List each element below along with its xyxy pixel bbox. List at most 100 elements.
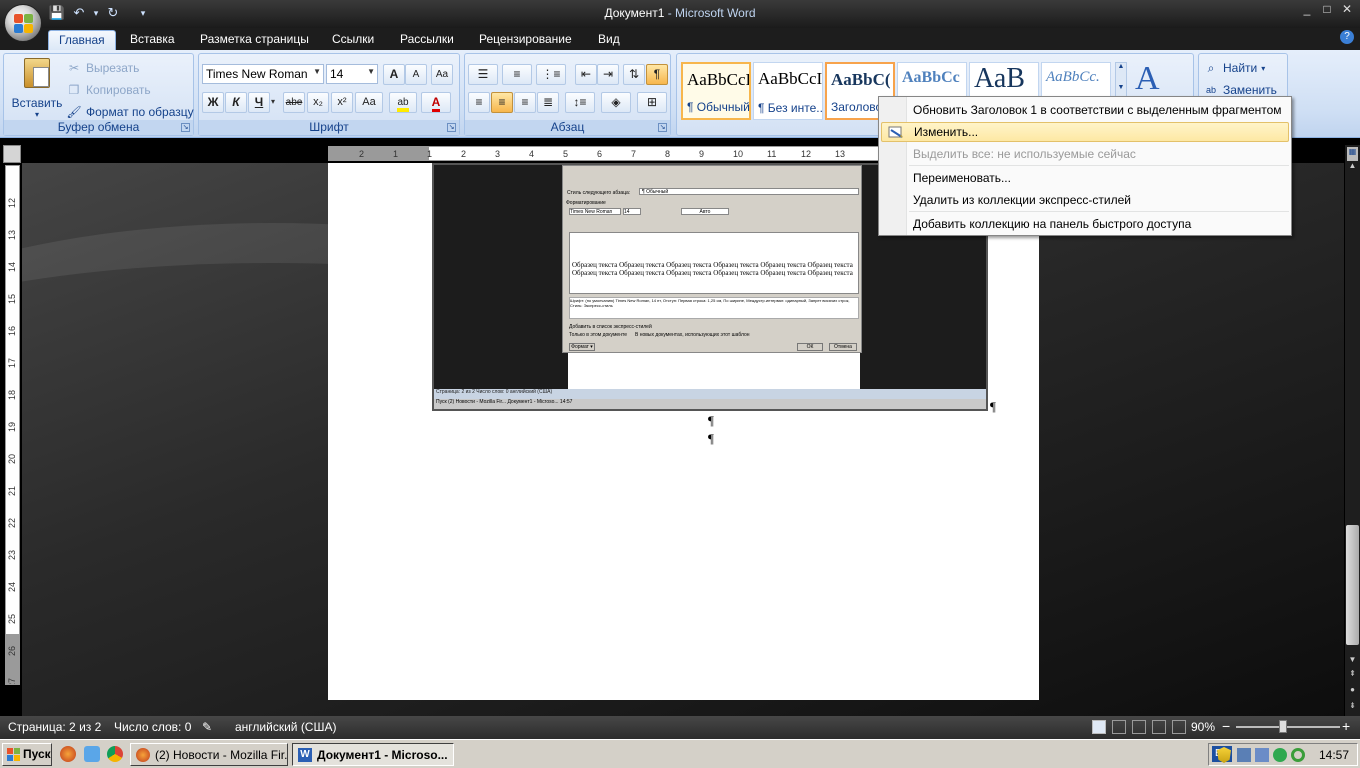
copy-button[interactable]: ❐ Копировать bbox=[66, 80, 151, 100]
ruler-toggle-icon[interactable]: ▦ bbox=[1347, 147, 1358, 161]
shrink-font-button[interactable]: A bbox=[405, 64, 427, 85]
antivirus-icon[interactable] bbox=[1273, 748, 1287, 762]
firefox-quicklaunch-icon[interactable] bbox=[60, 746, 76, 762]
tab-selector[interactable] bbox=[3, 145, 21, 163]
scroll-up-icon[interactable]: ▲ bbox=[1347, 161, 1358, 171]
highlight-button[interactable]: ab bbox=[389, 92, 417, 113]
font-color-button[interactable]: A bbox=[421, 92, 451, 113]
menu-item-rename[interactable]: Переименовать... bbox=[881, 168, 1289, 188]
scroll-down-icon[interactable]: ▼ bbox=[1347, 655, 1358, 665]
clear-formatting-button[interactable]: Aa bbox=[431, 64, 453, 85]
document-page[interactable]: Стиль следующего абзаца: ¶ Обычный Форма… bbox=[328, 163, 1039, 700]
font-name-combo[interactable]: Times New Roman ▼ bbox=[202, 64, 324, 84]
bold-button[interactable]: Ж bbox=[202, 92, 224, 113]
word-count[interactable]: Число слов: 0 bbox=[114, 720, 191, 734]
previous-page-icon[interactable]: ⇞ bbox=[1347, 669, 1358, 679]
change-case-button[interactable]: Aa bbox=[355, 92, 383, 113]
tab-view[interactable]: Вид bbox=[588, 30, 630, 50]
find-label: Найти bbox=[1223, 61, 1258, 75]
style-normal[interactable]: AaBbCcI ¶ Обычный bbox=[681, 62, 751, 120]
subscript-button[interactable]: x₂ bbox=[307, 92, 329, 113]
print-layout-icon[interactable] bbox=[1092, 720, 1106, 734]
font-size-combo[interactable]: 14 ▼ bbox=[326, 64, 378, 84]
paste-dropdown-icon[interactable]: ▾ bbox=[10, 110, 64, 119]
bullets-button[interactable]: ☰ bbox=[468, 64, 498, 85]
zoom-slider[interactable] bbox=[1236, 726, 1340, 728]
language-indicator[interactable]: английский (США) bbox=[235, 720, 336, 734]
network-icon-2[interactable] bbox=[1255, 748, 1269, 762]
tab-review[interactable]: Рецензирование bbox=[469, 30, 582, 50]
taskbar-word[interactable]: W Документ1 - Microso... bbox=[292, 743, 454, 766]
menu-item-modify[interactable]: Изменить... bbox=[881, 122, 1289, 142]
minimize-icon[interactable]: _ bbox=[1300, 2, 1314, 16]
vertical-ruler[interactable]: 12 13 14 15 16 17 18 19 20 21 22 23 24 25 26 27 bbox=[5, 165, 20, 685]
menu-item-update-style[interactable]: Обновить Заголовок 1 в соответствии с вы… bbox=[881, 100, 1289, 120]
menu-item-add-to-qat[interactable]: Добавить коллекцию на панель быстрого до… bbox=[881, 214, 1289, 234]
security-shield-icon[interactable] bbox=[1217, 747, 1231, 763]
tab-references[interactable]: Ссылки bbox=[322, 30, 384, 50]
cut-button[interactable]: ✂ Вырезать bbox=[66, 58, 139, 78]
decrease-indent-button[interactable]: ⇤ bbox=[575, 64, 597, 85]
shading-button[interactable]: ◈ bbox=[601, 92, 631, 113]
vertical-scrollbar[interactable]: ▦ ▲ ▼ ⇞ ● ⇟ bbox=[1345, 145, 1360, 716]
zoom-level[interactable]: 90% bbox=[1191, 720, 1215, 734]
menu-item-remove-from-gallery[interactable]: Удалить из коллекции экспресс-стилей bbox=[881, 190, 1289, 210]
chevron-down-icon: ▾ bbox=[1261, 63, 1266, 73]
tab-home[interactable]: Главная bbox=[48, 30, 116, 50]
page-indicator[interactable]: Страница: 2 из 2 bbox=[8, 720, 101, 734]
network-icon[interactable] bbox=[1237, 748, 1251, 762]
browse-object-icon[interactable]: ● bbox=[1347, 685, 1358, 695]
increase-indent-button[interactable]: ⇥ bbox=[597, 64, 619, 85]
clipboard-launcher-icon[interactable]: ↘ bbox=[181, 123, 190, 132]
superscript-button[interactable]: x² bbox=[331, 92, 353, 113]
next-page-icon[interactable]: ⇟ bbox=[1347, 701, 1358, 711]
proofing-icon[interactable]: ✎ bbox=[202, 720, 218, 734]
scroll-thumb[interactable] bbox=[1346, 525, 1359, 645]
align-left-button[interactable]: ≡ bbox=[468, 92, 490, 113]
chrome-quicklaunch-icon[interactable] bbox=[107, 746, 123, 762]
copy-icon: ❐ bbox=[68, 83, 80, 97]
line-spacing-button[interactable]: ↕≡ bbox=[565, 92, 595, 113]
change-styles-icon[interactable]: A bbox=[1135, 60, 1175, 100]
grow-font-button[interactable]: A bbox=[383, 64, 405, 85]
update-icon[interactable] bbox=[1291, 748, 1305, 762]
borders-button[interactable]: ⊞ bbox=[637, 92, 667, 113]
help-icon[interactable]: ? bbox=[1340, 30, 1354, 44]
italic-button[interactable]: К bbox=[225, 92, 247, 113]
web-layout-icon[interactable] bbox=[1132, 720, 1146, 734]
format-painter-button[interactable]: 🖌 Формат по образцу bbox=[66, 102, 193, 122]
justify-button[interactable]: ≣ bbox=[537, 92, 559, 113]
zoom-in-icon[interactable]: + bbox=[1342, 718, 1350, 734]
close-icon[interactable]: ✕ bbox=[1340, 2, 1354, 16]
clock[interactable]: 14:57 bbox=[1319, 748, 1349, 762]
paragraph-mark: ¶ bbox=[708, 431, 714, 446]
zoom-out-icon[interactable]: − bbox=[1222, 718, 1230, 734]
multilevel-list-button[interactable]: ⋮≡ bbox=[536, 64, 566, 85]
underline-dropdown-icon[interactable]: ▾ bbox=[271, 97, 275, 106]
tab-insert[interactable]: Вставка bbox=[120, 30, 185, 50]
desktop-quicklaunch-icon[interactable] bbox=[84, 746, 100, 762]
zoom-slider-knob[interactable] bbox=[1279, 720, 1287, 733]
align-right-button[interactable]: ≡ bbox=[514, 92, 536, 113]
taskbar-firefox[interactable]: (2) Новости - Mozilla Fir... bbox=[130, 743, 288, 766]
strikethrough-button[interactable]: abe bbox=[283, 92, 305, 113]
style-no-spacing[interactable]: AaBbCcI ¶ Без инте... bbox=[753, 62, 823, 120]
firefox-icon bbox=[136, 748, 150, 762]
font-launcher-icon[interactable]: ↘ bbox=[447, 123, 456, 132]
office-button[interactable] bbox=[4, 4, 42, 42]
underline-button[interactable]: Ч bbox=[248, 92, 270, 113]
paste-button[interactable]: Вставить ▾ bbox=[10, 58, 64, 119]
align-center-button[interactable]: ≡ bbox=[491, 92, 513, 113]
tab-page-layout[interactable]: Разметка страницы bbox=[190, 30, 319, 50]
full-screen-reading-icon[interactable] bbox=[1112, 720, 1126, 734]
find-button[interactable]: ⌕ Найти ▾ bbox=[1203, 58, 1266, 78]
outline-icon[interactable] bbox=[1152, 720, 1166, 734]
numbering-button[interactable]: ≡ bbox=[502, 64, 532, 85]
show-marks-button[interactable]: ¶ bbox=[646, 64, 668, 85]
draft-icon[interactable] bbox=[1172, 720, 1186, 734]
tab-mailings[interactable]: Рассылки bbox=[390, 30, 464, 50]
start-button[interactable]: Пуск bbox=[2, 743, 52, 766]
paragraph-launcher-icon[interactable]: ↘ bbox=[658, 123, 667, 132]
restore-icon[interactable]: □ bbox=[1320, 2, 1334, 16]
sort-button[interactable]: ⇅ bbox=[623, 64, 645, 85]
